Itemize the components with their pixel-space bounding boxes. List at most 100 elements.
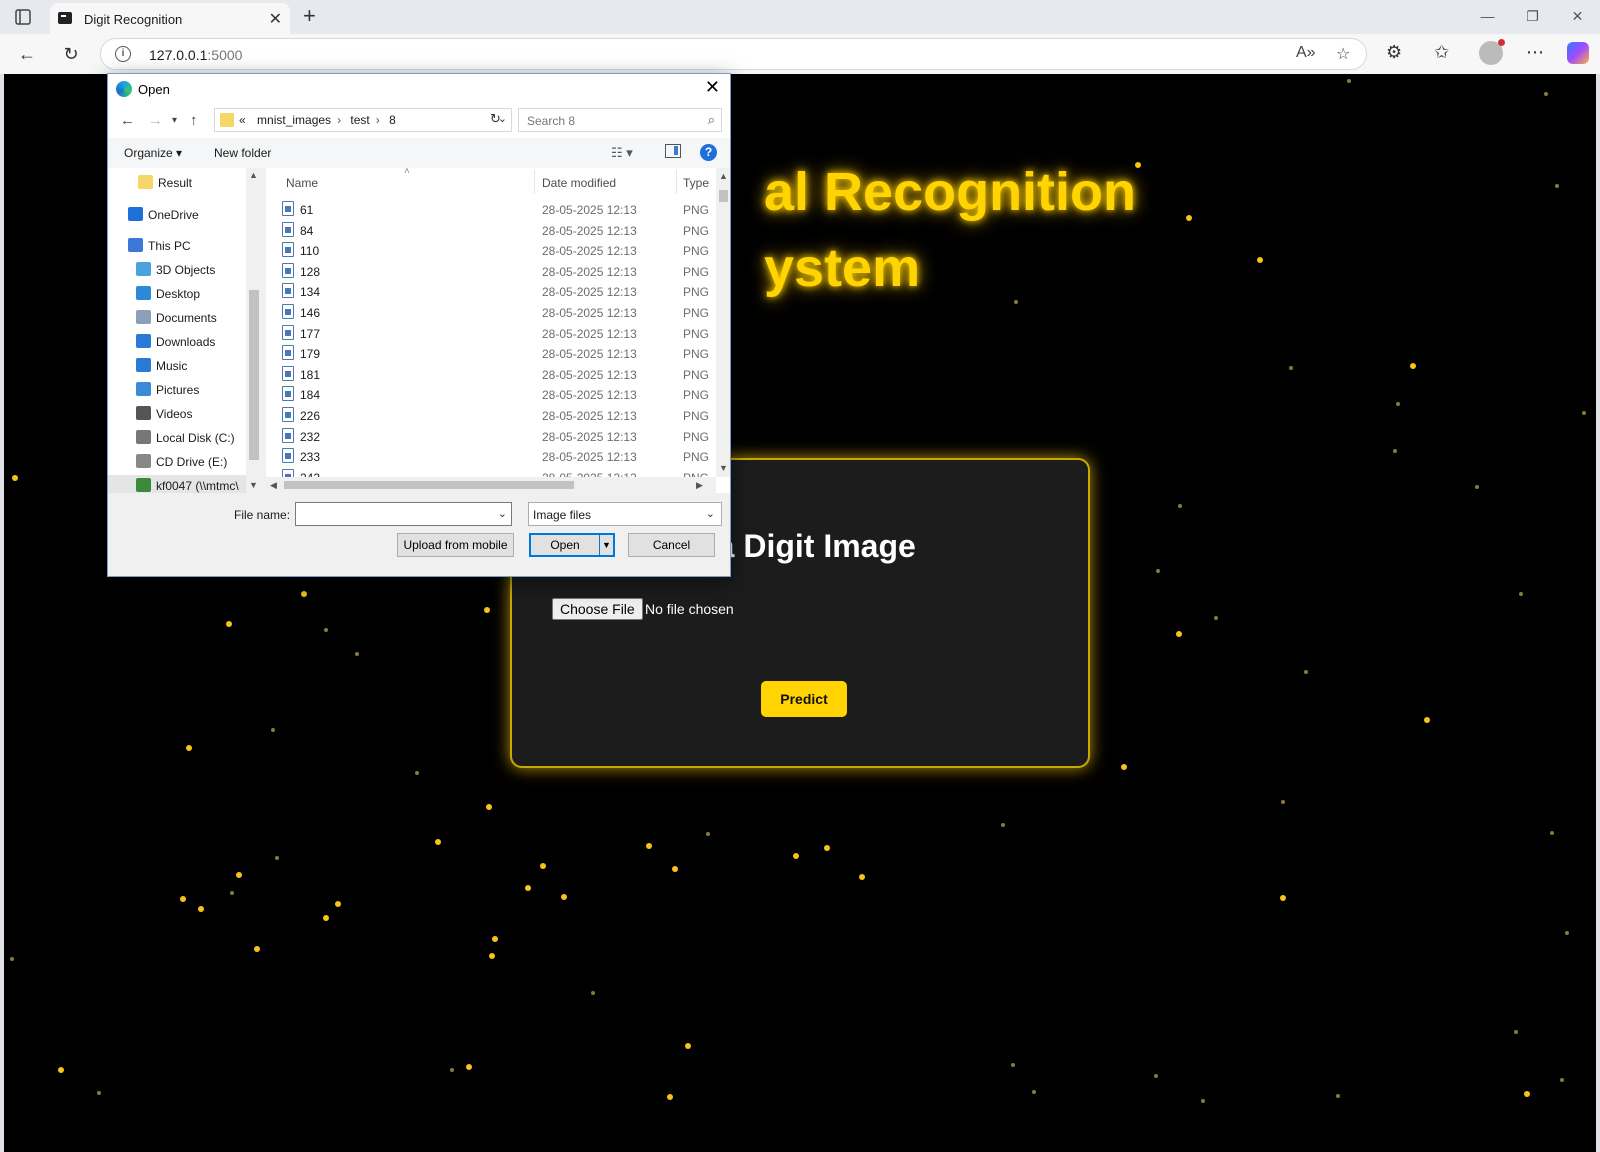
file-row[interactable]: 146 28-05-2025 12:13 PNG (266, 302, 716, 323)
star-dot (486, 804, 492, 810)
file-row[interactable]: 232 28-05-2025 12:13 PNG (266, 426, 716, 447)
file-row[interactable]: 179 28-05-2025 12:13 PNG (266, 343, 716, 364)
scroll-up-icon[interactable]: ▲ (719, 171, 728, 181)
nav-item[interactable]: OneDrive (108, 204, 246, 226)
file-type-select[interactable]: Image files ⌄ (528, 502, 722, 526)
file-horizontal-scrollbar[interactable]: ◀ ▶ (266, 477, 716, 493)
breadcrumb-item[interactable]: mnist_images (257, 113, 331, 127)
minimize-icon[interactable]: — (1465, 0, 1510, 34)
star-dot (1154, 1074, 1158, 1078)
tab-actions-icon[interactable] (14, 8, 32, 26)
file-row[interactable]: 226 28-05-2025 12:13 PNG (266, 405, 716, 426)
breadcrumb-item[interactable]: 8 (389, 113, 396, 127)
new-folder-button[interactable]: New folder (214, 146, 271, 160)
address-url[interactable]: 127.0.0.1:5000 (149, 47, 242, 63)
predict-button[interactable]: Predict (761, 681, 847, 717)
recent-locations-icon[interactable]: ▾ (172, 115, 177, 126)
column-type[interactable]: Type (683, 176, 709, 190)
nav-item[interactable]: CD Drive (E:) (108, 451, 246, 473)
file-row[interactable]: 177 28-05-2025 12:13 PNG (266, 323, 716, 344)
info-icon[interactable]: i (115, 46, 131, 62)
nav-item[interactable]: Pictures (108, 379, 246, 401)
nav-item[interactable]: Local Disk (C:) (108, 427, 246, 449)
star-dot (685, 1043, 691, 1049)
profile-avatar[interactable] (1479, 39, 1505, 65)
horizontal-scroll-thumb[interactable] (284, 481, 574, 489)
address-bar[interactable]: i 127.0.0.1:5000 A» ☆ (100, 38, 1367, 70)
more-menu-icon[interactable]: ⋯ (1526, 42, 1544, 63)
nav-item[interactable]: Result (108, 172, 246, 194)
file-type: PNG (683, 223, 710, 238)
nav-item[interactable]: kf0047 (\\mtmc\ (108, 475, 246, 493)
file-name-dropdown-icon[interactable]: ⌄ (498, 507, 507, 520)
column-divider[interactable] (676, 170, 677, 194)
scroll-down-icon[interactable]: ▼ (719, 463, 728, 473)
back-arrow-icon[interactable]: ← (14, 41, 40, 67)
change-view-icon[interactable]: ☷ ▾ (611, 145, 633, 161)
file-row[interactable]: 181 28-05-2025 12:13 PNG (266, 364, 716, 385)
column-date-modified[interactable]: Date modified (542, 176, 616, 190)
star-dot (561, 894, 567, 900)
file-row[interactable]: 184 28-05-2025 12:13 PNG (266, 384, 716, 405)
nav-item[interactable]: 3D Objects (108, 259, 246, 281)
column-divider[interactable] (534, 170, 535, 194)
star-dot (1121, 764, 1127, 770)
preview-pane-icon[interactable] (665, 144, 681, 158)
star-dot (1550, 831, 1554, 835)
star-dot (489, 953, 495, 959)
cancel-button[interactable]: Cancel (628, 533, 715, 557)
file-row[interactable]: 128 28-05-2025 12:13 PNG (266, 261, 716, 282)
restore-icon[interactable]: ❐ (1510, 0, 1555, 34)
close-window-icon[interactable]: ✕ (1555, 0, 1600, 34)
scroll-right-icon[interactable]: ▶ (696, 480, 703, 491)
file-type-dropdown-icon[interactable]: ⌄ (706, 507, 715, 520)
browser-tab[interactable]: Digit Recognition ✕ (50, 3, 290, 34)
read-aloud-icon[interactable]: A» (1296, 44, 1316, 62)
nav-item[interactable]: Music (108, 355, 246, 377)
dialog-forward-icon[interactable]: → (148, 112, 163, 129)
nav-scrollbar[interactable]: ▲ ▼ (246, 168, 262, 493)
folder-search-input[interactable]: Search 8 ⌕ (518, 108, 722, 132)
breadcrumb-overflow[interactable]: « (239, 113, 246, 127)
help-icon[interactable]: ? (700, 144, 717, 161)
scroll-left-icon[interactable]: ◀ (270, 480, 277, 491)
up-folder-icon[interactable]: ↑ (190, 112, 198, 129)
refresh-folder-icon[interactable]: ↻ (490, 111, 501, 127)
favorites-icon[interactable]: ✩ (1434, 42, 1449, 63)
nav-scroll-thumb[interactable] (249, 290, 259, 460)
organize-button[interactable]: Organize ▾ (124, 146, 182, 160)
open-button[interactable]: Open ▼ (529, 533, 615, 557)
nav-item[interactable]: Desktop (108, 283, 246, 305)
file-row[interactable]: 233 28-05-2025 12:13 PNG (266, 446, 716, 467)
choose-file-button[interactable]: Choose File (552, 598, 643, 620)
file-row[interactable]: 110 28-05-2025 12:13 PNG (266, 240, 716, 261)
file-row[interactable]: 61 28-05-2025 12:13 PNG (266, 199, 716, 220)
nav-item[interactable]: Videos (108, 403, 246, 425)
tab-close-icon[interactable]: ✕ (269, 9, 282, 29)
file-scroll-thumb[interactable] (719, 190, 728, 202)
extensions-icon[interactable]: ⚙ (1386, 42, 1402, 63)
open-options-dropdown-icon[interactable]: ▼ (599, 535, 613, 555)
column-name[interactable]: Name (286, 176, 318, 190)
star-dot (275, 856, 279, 860)
copilot-icon[interactable] (1567, 42, 1589, 64)
new-tab-button[interactable]: + (303, 3, 316, 29)
nav-item-label: Pictures (156, 383, 200, 397)
nav-item[interactable]: Downloads (108, 331, 246, 353)
dialog-back-icon[interactable]: ← (120, 112, 135, 129)
dialog-close-icon[interactable]: ✕ (705, 77, 720, 98)
upload-from-mobile-button[interactable]: Upload from mobile (397, 533, 514, 557)
refresh-icon[interactable]: ↻ (58, 41, 84, 67)
favorite-star-icon[interactable]: ☆ (1336, 44, 1350, 64)
path-breadcrumb[interactable]: « mnist_images › test › 8 ⌄ (214, 108, 512, 132)
nav-item[interactable]: Documents (108, 307, 246, 329)
png-file-icon (282, 242, 294, 258)
breadcrumb-item[interactable]: test (350, 113, 369, 127)
scroll-down-icon[interactable]: ▼ (249, 480, 258, 490)
file-name-input[interactable]: ⌄ (295, 502, 512, 526)
file-vertical-scrollbar[interactable]: ▲ ▼ (716, 168, 730, 477)
scroll-up-icon[interactable]: ▲ (249, 170, 258, 180)
nav-item[interactable]: This PC (108, 235, 246, 257)
file-row[interactable]: 134 28-05-2025 12:13 PNG (266, 281, 716, 302)
file-row[interactable]: 84 28-05-2025 12:13 PNG (266, 220, 716, 241)
